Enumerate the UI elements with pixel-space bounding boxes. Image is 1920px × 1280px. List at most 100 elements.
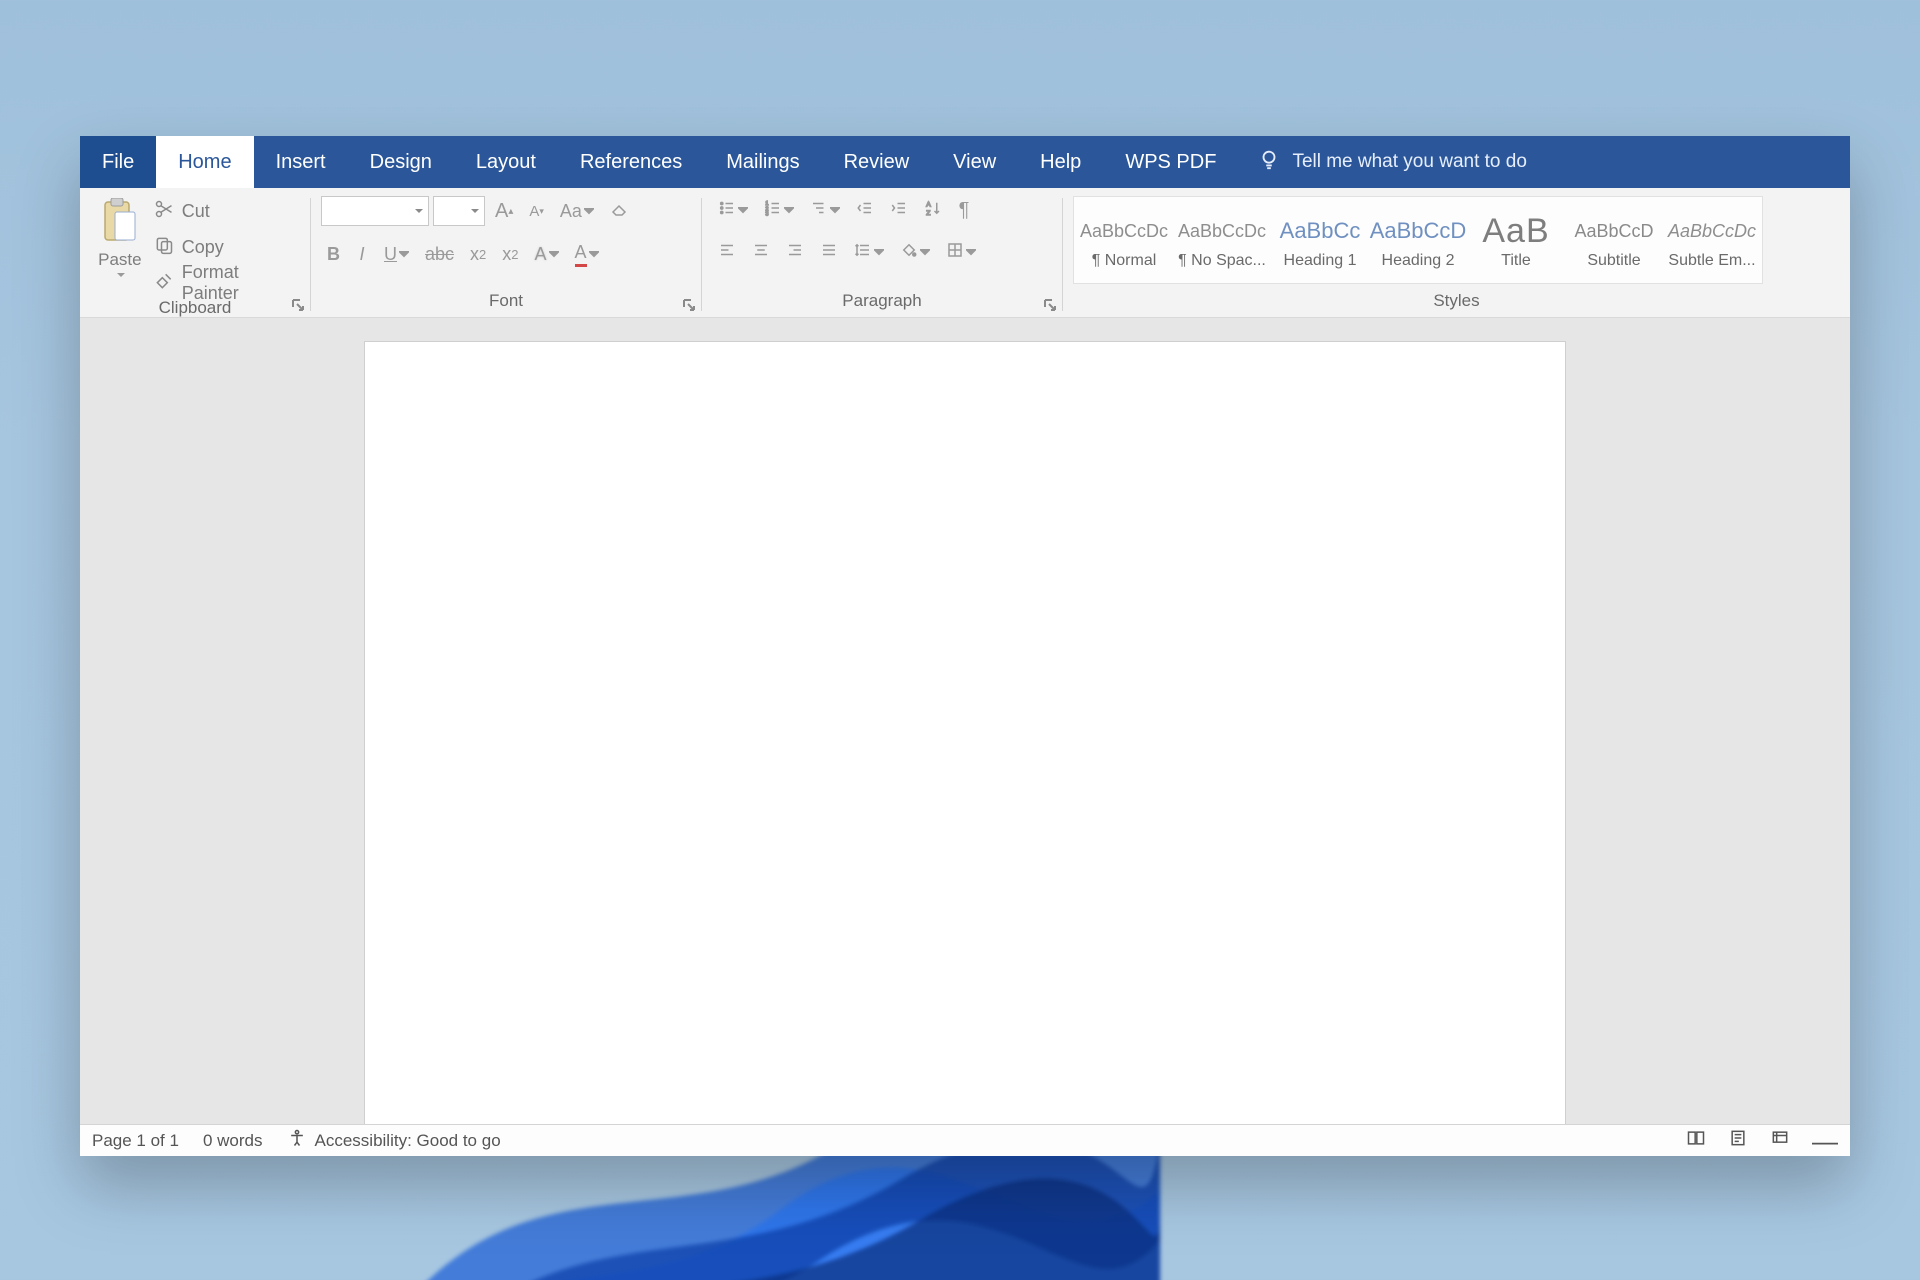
ribbon-home: Paste Cut Copy Format Painter xyxy=(80,188,1850,318)
change-case-button[interactable]: Aa xyxy=(554,197,600,225)
format-painter-button[interactable]: Format Painter xyxy=(154,268,300,298)
font-color-button[interactable]: A xyxy=(569,240,605,268)
style-heading-2[interactable]: AaBbCcDHeading 2 xyxy=(1372,201,1464,279)
tab-layout[interactable]: Layout xyxy=(454,136,558,188)
justify-button[interactable] xyxy=(814,238,844,266)
bullets-icon xyxy=(718,199,736,222)
scissors-icon xyxy=(154,199,174,224)
tab-file[interactable]: File xyxy=(80,136,156,188)
outdent-icon xyxy=(856,199,874,222)
subscript-button[interactable]: x2 xyxy=(464,240,492,268)
shrink-font-button[interactable]: A▾ xyxy=(523,197,550,225)
style-preview: AaBbCc xyxy=(1274,210,1366,252)
print-layout-button[interactable] xyxy=(1728,1128,1748,1153)
tab-wps-pdf[interactable]: WPS PDF xyxy=(1103,136,1238,188)
word-count-status[interactable]: 0 words xyxy=(203,1131,263,1151)
strikethrough-button[interactable]: abc xyxy=(419,240,460,268)
font-name-combo[interactable] xyxy=(321,196,429,226)
sort-button[interactable]: AZ xyxy=(918,196,948,224)
tab-design[interactable]: Design xyxy=(348,136,454,188)
italic-button[interactable]: I xyxy=(350,240,374,268)
tab-references[interactable]: References xyxy=(558,136,704,188)
numbering-button[interactable]: 123 xyxy=(758,196,800,224)
show-paragraph-marks-button[interactable]: ¶ xyxy=(952,196,976,224)
shading-button[interactable] xyxy=(894,238,936,266)
decrease-indent-button[interactable] xyxy=(850,196,880,224)
tab-view[interactable]: View xyxy=(931,136,1018,188)
clipboard-paste-icon xyxy=(101,198,139,244)
align-right-icon xyxy=(786,241,804,264)
style-name: Title xyxy=(1470,252,1562,270)
superscript-button[interactable]: x2 xyxy=(496,240,524,268)
style-subtle-em-[interactable]: AaBbCcDcSubtle Em... xyxy=(1666,201,1758,279)
tell-me-search[interactable]: Tell me what you want to do xyxy=(1238,136,1546,188)
style-preview: AaBbCcD xyxy=(1372,210,1464,252)
style-name: ¶ Normal xyxy=(1078,252,1170,270)
font-launcher[interactable] xyxy=(681,297,697,313)
clipboard-launcher[interactable] xyxy=(290,297,306,313)
tell-me-label: Tell me what you want to do xyxy=(1292,151,1526,173)
paste-button[interactable]: Paste xyxy=(90,196,150,280)
paste-label: Paste xyxy=(98,250,141,270)
bold-button[interactable]: B xyxy=(321,240,346,268)
read-mode-button[interactable] xyxy=(1686,1128,1706,1153)
paste-dropdown-icon[interactable] xyxy=(116,270,126,280)
clear-formatting-button[interactable] xyxy=(604,197,634,225)
style-preview: AaBbCcD xyxy=(1568,210,1660,252)
style-preview: AaBbCcDc xyxy=(1176,210,1268,252)
style--no-spac-[interactable]: AaBbCcDc¶ No Spac... xyxy=(1176,201,1268,279)
page-number-status[interactable]: Page 1 of 1 xyxy=(92,1131,179,1151)
clipboard-group-label: Clipboard xyxy=(80,298,310,318)
multilevel-list-button[interactable] xyxy=(804,196,846,224)
style--normal[interactable]: AaBbCcDc¶ Normal xyxy=(1078,201,1170,279)
text-effects-button[interactable]: A xyxy=(529,240,565,268)
numbering-icon: 123 xyxy=(764,199,782,222)
style-preview: AaBbCcDc xyxy=(1078,210,1170,252)
web-layout-button[interactable] xyxy=(1770,1128,1790,1153)
styles-gallery[interactable]: AaBbCcDc¶ NormalAaBbCcDc¶ No Spac...AaBb… xyxy=(1073,196,1763,284)
indent-icon xyxy=(890,199,908,222)
document-area[interactable] xyxy=(80,318,1850,1124)
align-left-icon xyxy=(718,241,736,264)
copy-button[interactable]: Copy xyxy=(154,232,300,262)
style-name: Subtle Em... xyxy=(1666,252,1758,270)
align-right-button[interactable] xyxy=(780,238,810,266)
style-name: ¶ No Spac... xyxy=(1176,252,1268,270)
status-bar: Page 1 of 1 0 words Accessibility: Good … xyxy=(80,1124,1850,1156)
pilcrow-icon: ¶ xyxy=(959,199,970,222)
accessibility-icon xyxy=(287,1128,307,1153)
style-title[interactable]: AaBTitle xyxy=(1470,201,1562,279)
align-center-button[interactable] xyxy=(746,238,776,266)
svg-text:3: 3 xyxy=(766,211,769,217)
align-left-button[interactable] xyxy=(712,238,742,266)
paint-bucket-icon xyxy=(900,241,918,264)
word-window: File Home Insert Design Layout Reference… xyxy=(80,136,1850,1156)
style-name: Subtitle xyxy=(1568,252,1660,270)
tab-help[interactable]: Help xyxy=(1018,136,1103,188)
borders-icon xyxy=(946,241,964,264)
underline-button[interactable]: U xyxy=(378,240,415,268)
font-size-combo[interactable] xyxy=(433,196,485,226)
style-heading-1[interactable]: AaBbCcHeading 1 xyxy=(1274,201,1366,279)
tab-review[interactable]: Review xyxy=(822,136,932,188)
svg-text:A: A xyxy=(926,201,931,208)
style-subtitle[interactable]: AaBbCcDSubtitle xyxy=(1568,201,1660,279)
font-group-label: Font xyxy=(311,291,701,317)
line-spacing-button[interactable] xyxy=(848,238,890,266)
paragraph-launcher[interactable] xyxy=(1042,297,1058,313)
document-page[interactable] xyxy=(365,342,1565,1124)
svg-text:Z: Z xyxy=(926,209,930,216)
paragraph-group-label: Paragraph xyxy=(702,291,1062,317)
sort-icon: AZ xyxy=(924,199,942,222)
tab-insert[interactable]: Insert xyxy=(254,136,348,188)
accessibility-status[interactable]: Accessibility: Good to go xyxy=(287,1128,501,1153)
tab-home[interactable]: Home xyxy=(156,136,253,188)
cut-button[interactable]: Cut xyxy=(154,196,300,226)
grow-font-button[interactable]: A▴ xyxy=(489,197,519,225)
paintbrush-icon xyxy=(154,271,174,296)
borders-button[interactable] xyxy=(940,238,982,266)
tab-mailings[interactable]: Mailings xyxy=(704,136,821,188)
bullets-button[interactable] xyxy=(712,196,754,224)
increase-indent-button[interactable] xyxy=(884,196,914,224)
align-center-icon xyxy=(752,241,770,264)
